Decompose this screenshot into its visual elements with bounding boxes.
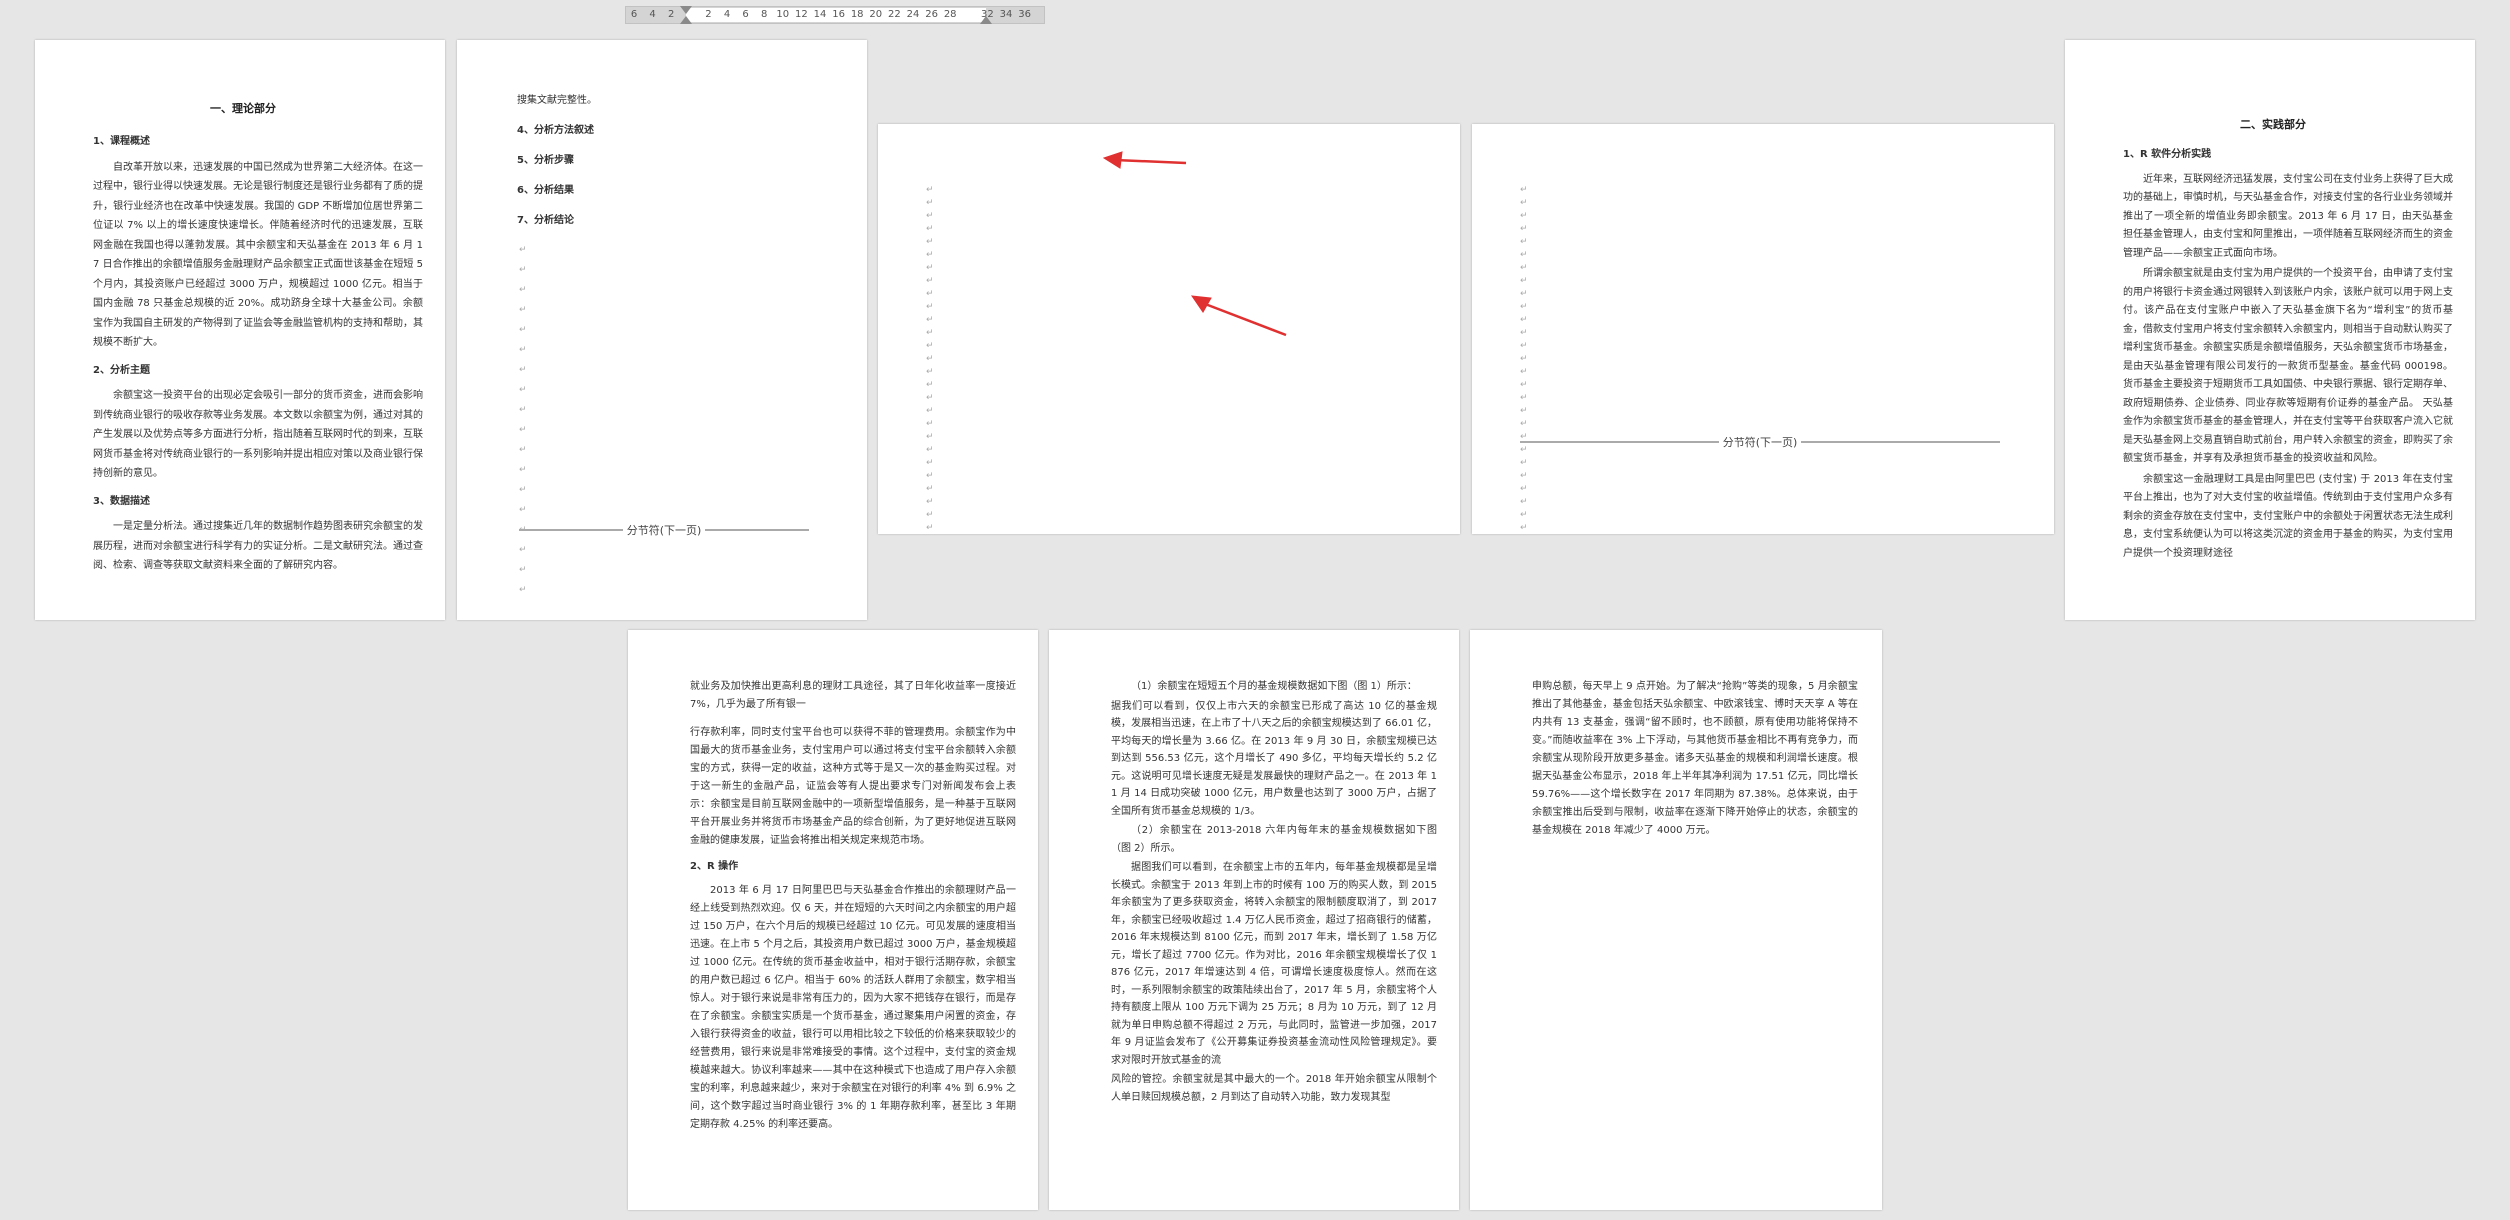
- paragraph: 2013 年 6 月 17 日阿里巴巴与天弘基金合作推出的余额理财产品一经上线受…: [690, 885, 1016, 1130]
- page-5[interactable]: 二、实践部分 1、R 软件分析实践 近年来，互联网经济迅猛发展，支付宝公司在支付…: [2065, 40, 2475, 620]
- annotation-arrows: [1102, 151, 1287, 337]
- section-break: 分节符(下一页): [1520, 434, 2000, 450]
- paragraph: 搜集文献完整性。: [517, 95, 597, 106]
- ruler-tick-label: 2: [705, 9, 712, 20]
- paragraph: （1）余额宝在短短五个月的基金规模数据如下图（图 1）所示：: [1131, 681, 1417, 692]
- page-2-body[interactable]: 搜集文献完整性。 4、分析方法叙述 5、分析步骤 6、分析结果 7、分析结论: [517, 86, 847, 236]
- page-4[interactable]: ↵ ↵ ↵ ↵ ↵ ↵ ↵ ↵ ↵ ↵ ↵ ↵ ↵ ↵ ↵ ↵ ↵ ↵ ↵ ↵ ↵ ↵ ↵ ↵ ↵ ↵ ↵ 分节符(下一页): [1472, 124, 2054, 534]
- ruler-tick-label: 14: [813, 9, 827, 20]
- red-arrow-icon: [1102, 151, 1187, 169]
- paragraph: 余额宝这一投资平台的出现必定会吸引一部分的货币资金，进而会影响到传统商业银行的吸…: [93, 390, 423, 479]
- ruler-tick-label: 2: [668, 9, 675, 20]
- paragraph: 近年来，互联网经济迅猛发展，支付宝公司在支付业务上获得了巨大成功的基础上，审慎时…: [2123, 173, 2453, 259]
- page-7-body[interactable]: （1）余额宝在短短五个月的基金规模数据如下图（图 1）所示： 据我们可以看到，仅…: [1111, 678, 1437, 1108]
- paragraph: 风险的管控。余额宝就是其中最大的一个。2018 年开始余额宝从限制个人单日赎回规…: [1111, 1074, 1437, 1103]
- paragraph-marks: ↵↵↵↵↵↵↵↵↵↵↵↵↵↵↵↵↵↵↵↵↵↵↵↵↵↵↵↵: [926, 185, 934, 533]
- heading-analysis-topic: 2、分析主题: [93, 364, 150, 376]
- paragraph: 一是定量分析法。通过搜集近几年的数据制作趋势图表研究余额宝的发展历程，进而对余额…: [93, 521, 423, 571]
- paragraph: 余额宝这一金融理财工具是由阿里巴巴 (支付宝) 于 2013 年在支付宝平台上推…: [2123, 473, 2453, 559]
- paragraph-marks: ↵ ↵ ↵ ↵ ↵ ↵ ↵ ↵ ↵ ↵ ↵ ↵ ↵ ↵ ↵ ↵ ↵ ↵ ↵ ↵ ↵ ↵ ↵ ↵ ↵ ↵ ↵: [1520, 185, 1528, 533]
- paragraph: 所谓余额宝就是由支付宝为用户提供的一个投资平台，由申请了支付宝的用户将银行卡资金…: [2123, 268, 2453, 464]
- ruler-tick-label: 22: [888, 9, 901, 20]
- ruler-tick-label: 20: [869, 9, 883, 20]
- red-arrow-icon: [1190, 295, 1287, 337]
- paragraph: 据我们可以看到，仅仅上市六天的余额宝已形成了高达 10 亿的基金规模，发展相当迅…: [1111, 700, 1437, 817]
- section-break: 分节符(下一页): [519, 522, 809, 538]
- ruler-tick-label: 6: [630, 9, 638, 20]
- horizontal-ruler[interactable]: 6 4 2 2 4 6 8 10 12 14 16 18 20 22 24 26 28 32 34 36: [625, 6, 1045, 24]
- heading-r-operation: 2、R 操作: [690, 861, 739, 872]
- paragraph-marks: ↵ ↵ ↵ ↵ ↵ ↵ ↵ ↵ ↵ ↵ ↵ ↵ ↵ ↵ ↵ ↵ ↵ ↵: [519, 245, 527, 595]
- page-8[interactable]: 申购总额，每天早上 9 点开始。为了解决“抢购”等类的现象，5 月余额宝推出了其…: [1470, 630, 1882, 1210]
- page-2[interactable]: 搜集文献完整性。 4、分析方法叙述 5、分析步骤 6、分析结果 7、分析结论 ↵…: [457, 40, 867, 620]
- paragraph: 自改革开放以来，迅速发展的中国已然成为世界第二大经济体。在这一过程中，银行业得以…: [93, 161, 423, 349]
- page-6[interactable]: 就业务及加快推出更高利息的理财工具途径，其了日年化收益率一度接近 7%，几乎为最…: [628, 630, 1038, 1210]
- page-7[interactable]: （1）余额宝在短短五个月的基金规模数据如下图（图 1）所示： 据我们可以看到，仅…: [1049, 630, 1459, 1210]
- ruler-tick-label: 4: [649, 9, 656, 20]
- heading-analysis-method: 4、分析方法叙述: [517, 125, 594, 136]
- page-8-body[interactable]: 申购总额，每天早上 9 点开始。为了解决“抢购”等类的现象，5 月余额宝推出了其…: [1532, 678, 1858, 842]
- heading-r-software-practice: 1、R 软件分析实践: [2123, 149, 2212, 160]
- heading-course-overview: 1、课程概述: [93, 136, 150, 147]
- page-6-body[interactable]: 就业务及加快推出更高利息的理财工具途径，其了日年化收益率一度接近 7%，几乎为最…: [690, 678, 1016, 1136]
- paragraph: 申购总额，每天早上 9 点开始。为了解决“抢购”等类的现象，5 月余额宝推出了其…: [1532, 681, 1858, 836]
- paragraph: 据图我们可以看到，在余额宝上市的五年内，每年基金规模都是呈增长模式。余额宝于 2…: [1111, 862, 1437, 1066]
- paragraph: 就业务及加快推出更高利息的理财工具途径，其了日年化收益率一度接近 7%，几乎为最…: [690, 681, 1016, 710]
- page-title: 一、理论部分: [210, 102, 276, 115]
- page-5-body[interactable]: 1、R 软件分析实践 近年来，互联网经济迅猛发展，支付宝公司在支付业务上获得了巨…: [2123, 138, 2453, 565]
- ruler-tick-label: 4: [723, 9, 731, 20]
- heading-analysis-results: 6、分析结果: [517, 185, 574, 196]
- heading-data-description: 3、数据描述: [93, 495, 150, 507]
- ruler-tick-label: 26: [925, 9, 938, 20]
- ruler-tick-label: 12: [795, 9, 808, 20]
- ruler-tick-label: 24: [906, 9, 920, 20]
- page-1[interactable]: 一、理论部分 1、课程概述 自改革开放以来，迅速发展的中国已然成为世界第二大经济…: [35, 40, 445, 620]
- heading-analysis-steps: 5、分析步骤: [517, 155, 574, 166]
- heading-analysis-conclusion: 7、分析结论: [517, 215, 574, 226]
- first-line-indent-marker[interactable]: [680, 6, 692, 14]
- ruler-tick-label: 36: [1018, 9, 1031, 20]
- right-indent-marker[interactable]: [980, 16, 992, 24]
- ruler-tick-label: 34: [999, 9, 1013, 20]
- left-indent-marker[interactable]: [680, 16, 692, 24]
- ruler-tick-label: 16: [832, 9, 845, 20]
- ruler-tick-label: 28: [943, 9, 957, 20]
- page-title: 二、实践部分: [2240, 118, 2306, 131]
- paragraph: 行存款利率，同时支付宝平台也可以获得不菲的管理费用。余额宝作为中国最大的货币基金…: [690, 727, 1016, 846]
- paragraph: （2）余额宝在 2013-2018 六年内每年末的基金规模数据如下图（图 2）所…: [1111, 825, 1437, 854]
- ruler-tick-label: 18: [850, 9, 864, 20]
- ruler-tick-label: 8: [761, 9, 768, 20]
- page-1-body[interactable]: 1、课程概述 自改革开放以来，迅速发展的中国已然成为世界第二大经济体。在这一过程…: [93, 124, 423, 578]
- ruler-tick-label: 6: [742, 9, 749, 20]
- ruler-tick-label: 10: [776, 9, 790, 20]
